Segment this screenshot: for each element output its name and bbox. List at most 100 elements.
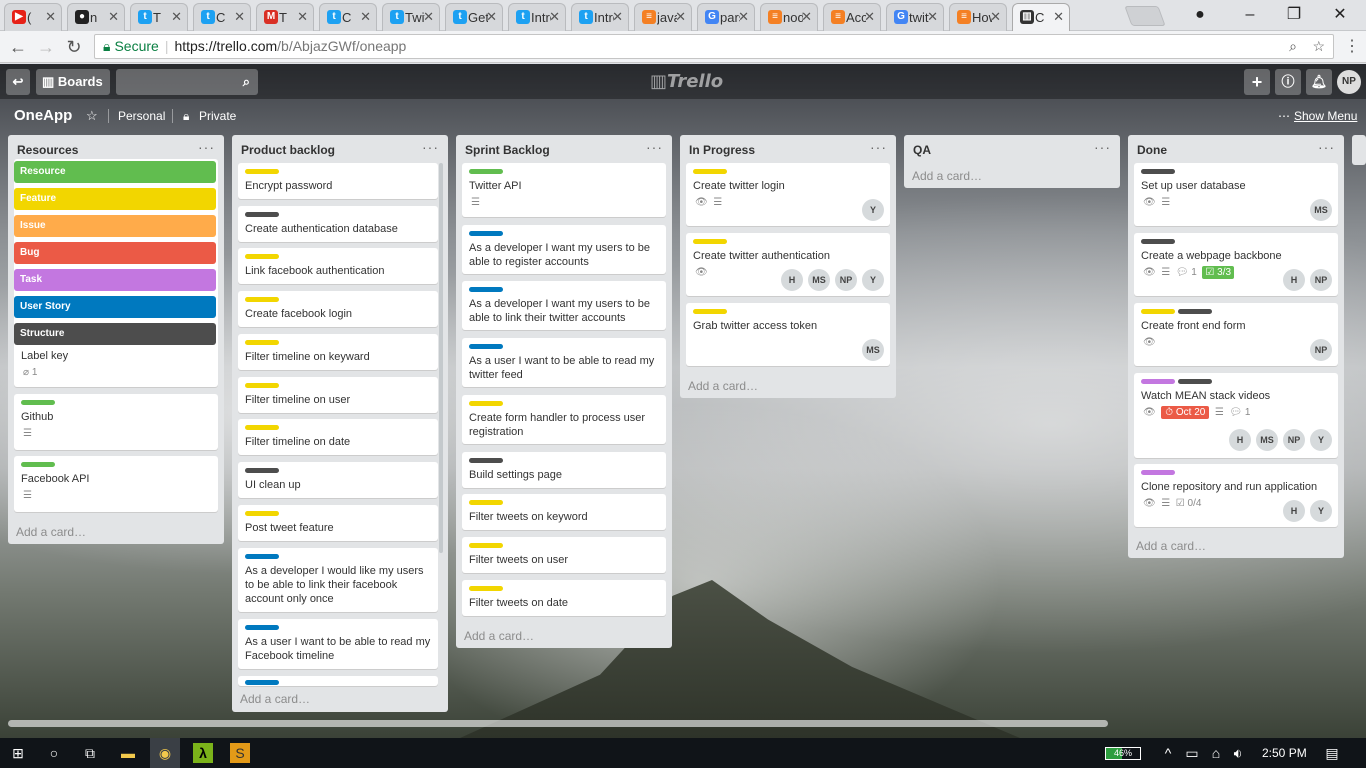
trello-logo[interactable]: ▥Trello (650, 71, 723, 92)
close-tab-icon[interactable]: ✕ (801, 9, 812, 25)
browser-tab[interactable]: t T ✕ (130, 3, 188, 31)
add-card-link[interactable]: Add a card… (1136, 539, 1206, 553)
card[interactable]: UI clean up (238, 462, 438, 498)
close-tab-icon[interactable]: ✕ (990, 9, 1001, 25)
close-tab-icon[interactable]: ✕ (675, 9, 686, 25)
list-title[interactable]: In Progress (689, 143, 755, 157)
network-icon[interactable]: ⌂ (1206, 743, 1226, 763)
member-avatar[interactable]: MS (862, 339, 884, 361)
close-tab-icon[interactable]: ✕ (297, 9, 308, 25)
member-avatar[interactable]: NP (1310, 269, 1332, 291)
card[interactable]: Twitter API ☰ (462, 163, 666, 217)
back-arrow-icon[interactable]: ← (6, 36, 30, 58)
add-card-link[interactable]: Add a card… (464, 629, 534, 643)
visibility-label[interactable]: Private (199, 109, 236, 123)
card[interactable]: As a user I want to be able to read my F… (238, 619, 438, 669)
member-avatar[interactable]: H (1229, 429, 1251, 451)
browser-tab[interactable]: Gtwitt✕ (886, 3, 944, 31)
show-hidden-icons-icon[interactable]: ^ (1158, 743, 1178, 763)
card[interactable]: Build settings page (462, 452, 666, 488)
card[interactable]: Grab twitter access token MS (686, 303, 890, 366)
list-title[interactable]: Done (1137, 143, 1167, 157)
list-scrollbar[interactable] (439, 163, 443, 553)
notifications-bell-icon[interactable]: 🔔︎ (1306, 69, 1332, 95)
file-explorer-icon[interactable]: ▬ (118, 743, 138, 763)
minimize-button[interactable]: – (1236, 4, 1264, 26)
close-tab-icon[interactable]: ✕ (234, 9, 245, 25)
windows-start-icon[interactable]: ⊞ (8, 743, 28, 763)
browser-tab[interactable]: ≡node✕ (760, 3, 818, 31)
board-title[interactable]: OneApp (14, 107, 72, 124)
card[interactable]: Encrypt password (238, 163, 438, 199)
card[interactable]: Link facebook authentication (238, 248, 438, 284)
new-tab-button[interactable] (1124, 6, 1166, 26)
browser-menu-icon[interactable]: ⋮ (1340, 36, 1364, 58)
profile-icon[interactable]: ● (1186, 4, 1214, 26)
card[interactable]: Create a webpage backbone 👁︎ ☰ 💬︎ 1 ☑ 3/… (1134, 233, 1338, 296)
member-avatar[interactable]: H (781, 269, 803, 291)
member-avatar[interactable]: MS (808, 269, 830, 291)
chrome-taskbar-icon[interactable]: ◉ (150, 738, 180, 768)
card[interactable]: Create twitter authentication 👁︎ H MS NP… (686, 233, 890, 296)
close-tab-icon[interactable]: ✕ (927, 9, 938, 25)
lambda-app-icon[interactable]: λ (193, 743, 213, 763)
card[interactable]: As a developer I want my users to be abl… (462, 225, 666, 274)
member-avatar[interactable]: Y (1310, 429, 1332, 451)
add-card-link[interactable]: Add a card… (912, 169, 982, 183)
close-window-button[interactable]: ✕ (1326, 4, 1354, 26)
card[interactable]: Watch MEAN stack videos 👁︎ ⏱︎ Oct 20 ☰ 💬… (1134, 373, 1338, 458)
card[interactable]: Filter tweets on date (462, 580, 666, 616)
list-menu-icon[interactable]: ··· (198, 139, 215, 155)
member-avatar[interactable]: NP (1310, 339, 1332, 361)
card[interactable]: Github ☰ (14, 394, 218, 450)
bookmark-star-icon[interactable]: ☆ (1312, 35, 1325, 58)
star-icon[interactable]: ☆ (86, 108, 98, 124)
browser-tab[interactable]: t C ✕ (193, 3, 251, 31)
boards-button[interactable]: ▥ Boards (36, 69, 110, 95)
card[interactable]: Create twitter login 👁︎ ☰ Y (686, 163, 890, 226)
restore-button[interactable]: ❐ (1280, 4, 1308, 26)
list-menu-icon[interactable]: ··· (870, 139, 887, 155)
list-title[interactable]: Resources (17, 143, 78, 157)
close-tab-icon[interactable]: ✕ (171, 9, 182, 25)
close-tab-icon[interactable]: ✕ (423, 9, 434, 25)
user-avatar[interactable]: NP (1337, 70, 1361, 94)
battery-icon[interactable]: ▭ (1182, 743, 1202, 763)
close-tab-icon[interactable]: ✕ (549, 9, 560, 25)
show-menu-link[interactable]: Show Menu (1294, 109, 1357, 123)
info-icon[interactable]: ⓘ (1275, 69, 1301, 95)
browser-tab[interactable]: tGetti✕ (445, 3, 503, 31)
card[interactable]: Create front end form 👁︎ NP (1134, 303, 1338, 366)
card[interactable]: Create facebook login (238, 291, 438, 327)
card[interactable]: Facebook API ☰ (14, 456, 218, 512)
browser-tab[interactable]: tIntro✕ (571, 3, 629, 31)
member-avatar[interactable]: NP (1283, 429, 1305, 451)
battery-indicator[interactable]: 46% (1105, 747, 1141, 760)
volume-icon[interactable]: 🔉︎ (1228, 743, 1248, 763)
close-tab-icon[interactable]: ✕ (45, 9, 56, 25)
list-menu-icon[interactable]: ··· (646, 139, 663, 155)
browser-tab[interactable]: ≡Acce✕ (823, 3, 881, 31)
search-input[interactable]: ⌕ (116, 69, 258, 95)
card[interactable]: Filter timeline on date (238, 419, 438, 455)
card[interactable]: Filter timeline on keyward (238, 334, 438, 370)
card[interactable]: Filter tweets on user (462, 537, 666, 573)
close-tab-icon[interactable]: ✕ (738, 9, 749, 25)
close-tab-icon[interactable]: ✕ (612, 9, 623, 25)
list-menu-icon[interactable]: ··· (422, 139, 439, 155)
member-avatar[interactable]: H (1283, 269, 1305, 291)
card[interactable]: Filter tweets on keyword (462, 494, 666, 530)
browser-tab[interactable]: ● n ✕ (67, 3, 125, 31)
card[interactable]: Create authentication database (238, 206, 438, 242)
close-tab-icon[interactable]: ✕ (108, 9, 119, 25)
card[interactable]: Set up user database 👁︎ ☰ MS (1134, 163, 1338, 226)
card[interactable]: Filter timeline on user (238, 377, 438, 413)
browser-tab-active[interactable]: ▥ C ✕ (1012, 3, 1070, 31)
member-avatar[interactable]: H (1283, 500, 1305, 522)
close-tab-icon[interactable]: ✕ (360, 9, 371, 25)
card[interactable]: As a developer I want my users to be abl… (462, 281, 666, 330)
clock[interactable]: 2:50 PM (1262, 746, 1307, 760)
member-avatar[interactable]: Y (862, 199, 884, 221)
browser-tab[interactable]: ≡javas✕ (634, 3, 692, 31)
browser-tab[interactable]: tTwitt✕ (382, 3, 440, 31)
